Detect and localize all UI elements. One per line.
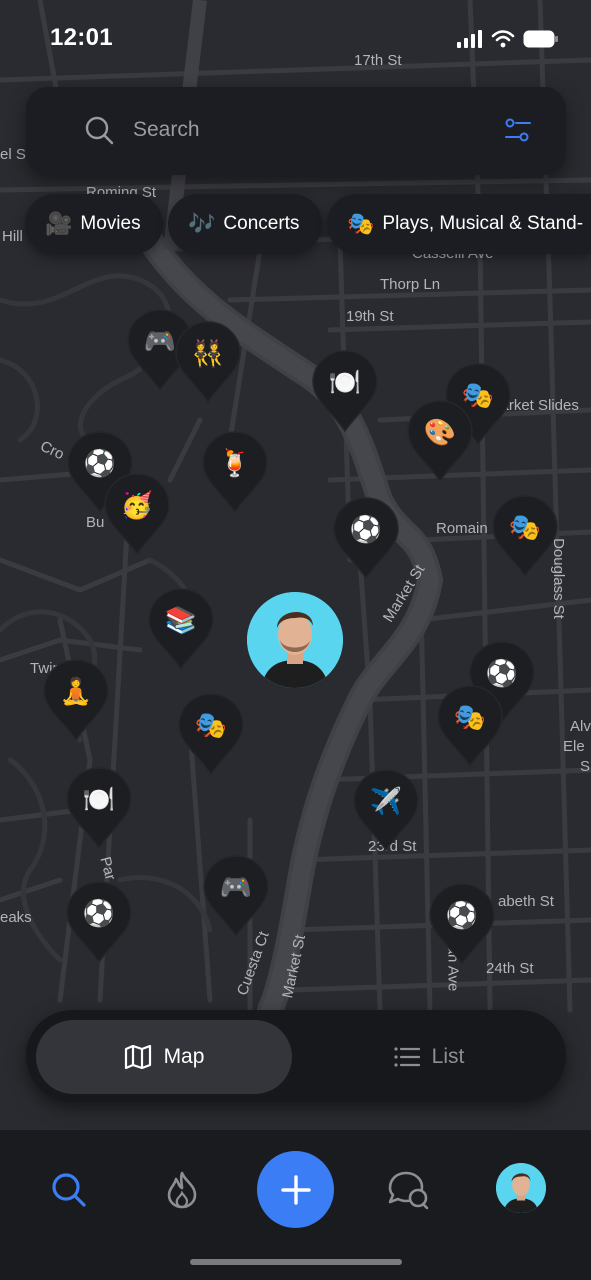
battery-icon [523, 30, 558, 48]
tab-messages[interactable] [372, 1158, 444, 1222]
search-icon [52, 1173, 86, 1207]
tab-search[interactable] [33, 1158, 105, 1222]
pin-emoji: 🎮 [219, 871, 253, 902]
map-pin-party[interactable]: 🥳 [103, 472, 171, 556]
create-button[interactable] [257, 1151, 334, 1228]
status-time: 12:01 [50, 24, 113, 51]
pin-emoji: 🎭 [194, 709, 228, 740]
pin-emoji: ✈️ [369, 785, 403, 816]
street-label: abeth St [498, 893, 554, 910]
street-label: Alv [570, 718, 591, 735]
pin-emoji: 🍹 [218, 447, 252, 478]
pin-emoji: 🍽️ [328, 366, 362, 397]
chat-icon [388, 1171, 429, 1210]
list-toggle-label: List [431, 1045, 465, 1068]
map-pin-dining[interactable]: 🍽️ [311, 349, 379, 433]
map-pin-gaming[interactable]: 🎮 [202, 854, 270, 938]
chip-label: Concerts [223, 213, 300, 234]
wifi-icon [491, 30, 515, 48]
map-pin-friends[interactable]: 👯 [174, 320, 242, 404]
street-label: eaks [0, 909, 32, 926]
theater-masks-icon: 🎭 [347, 211, 375, 236]
profile-avatar-image [496, 1163, 546, 1213]
map-icon [124, 1045, 151, 1069]
chip-label: Plays, Musical & Stand- [382, 213, 584, 234]
person-avatar-image [247, 592, 343, 688]
chip-movies[interactable]: 🎥 Movies [25, 194, 163, 254]
map-toggle-label: Map [163, 1045, 205, 1068]
search-bar[interactable]: Search [26, 87, 566, 175]
category-chips: 🎥 Movies 🎶 Concerts 🎭 Plays, Musical & S… [0, 194, 591, 254]
pin-emoji: 🎨 [423, 416, 457, 447]
pin-emoji: 🎭 [508, 511, 542, 542]
status-icons [457, 30, 559, 48]
map-pin-soccer[interactable]: ⚽ [428, 882, 496, 966]
map-view-button[interactable]: Map [36, 1020, 292, 1094]
map-pin-cocktail[interactable]: 🍹 [201, 430, 269, 514]
map-pin-books[interactable]: 📚 [147, 587, 215, 671]
filter-icon[interactable] [504, 118, 532, 144]
pin-emoji: 📚 [164, 604, 198, 635]
profile-avatar[interactable] [496, 1163, 546, 1213]
list-icon [394, 1047, 420, 1067]
chip-plays-musical-standup[interactable]: 🎭 Plays, Musical & Stand- [327, 194, 591, 254]
music-notes-icon: 🎶 [188, 211, 216, 236]
map-pin-soccer[interactable]: ⚽ [332, 496, 400, 580]
list-view-button[interactable]: List [302, 1020, 556, 1094]
map-pin-dining[interactable]: 🍽️ [65, 766, 133, 850]
pin-emoji: ⚽ [349, 513, 383, 544]
movie-camera-icon: 🎥 [45, 211, 73, 236]
user-location-avatar[interactable] [247, 592, 343, 688]
chip-label: Movies [80, 213, 141, 234]
street-label: 19th St [346, 308, 394, 325]
street-label: Bu [86, 514, 105, 531]
search-icon [85, 116, 114, 145]
map-pin-soccer[interactable]: ⚽ [65, 880, 133, 964]
chip-concerts[interactable]: 🎶 Concerts [168, 194, 322, 254]
map-pin-theater[interactable]: 🎭 [436, 684, 504, 768]
pin-emoji: ⚽ [445, 899, 479, 930]
map-pin-theater[interactable]: 🎭 [491, 494, 559, 578]
map-pin-travel[interactable]: ✈️ [352, 768, 420, 852]
cellular-signal-icon [457, 30, 482, 48]
pin-emoji: ⚽ [82, 897, 116, 928]
tab-trending[interactable] [146, 1158, 218, 1222]
status-bar: 12:01 [0, 0, 591, 80]
search-input[interactable]: Search [133, 118, 200, 142]
home-indicator [190, 1259, 402, 1265]
pin-emoji: 🍽️ [82, 783, 116, 814]
pin-emoji: 🎭 [453, 701, 487, 732]
map-pin-art[interactable]: 🎨 [406, 399, 474, 483]
flame-icon [167, 1171, 197, 1209]
view-toggle: Map List [26, 1010, 566, 1102]
map-pin-theater[interactable]: 🎭 [177, 692, 245, 776]
pin-emoji: 🥳 [120, 489, 154, 520]
tab-bar [0, 1130, 591, 1280]
street-label: Romain [436, 520, 488, 537]
map-pin-yoga[interactable]: 🧘 [42, 658, 110, 742]
street-label: Ele [563, 738, 585, 755]
street-label: Thorp Ln [380, 276, 441, 293]
pin-emoji: 🧘 [59, 675, 93, 706]
street-label: S [580, 758, 591, 775]
pin-emoji: 👯 [191, 337, 225, 368]
plus-icon [280, 1174, 311, 1205]
